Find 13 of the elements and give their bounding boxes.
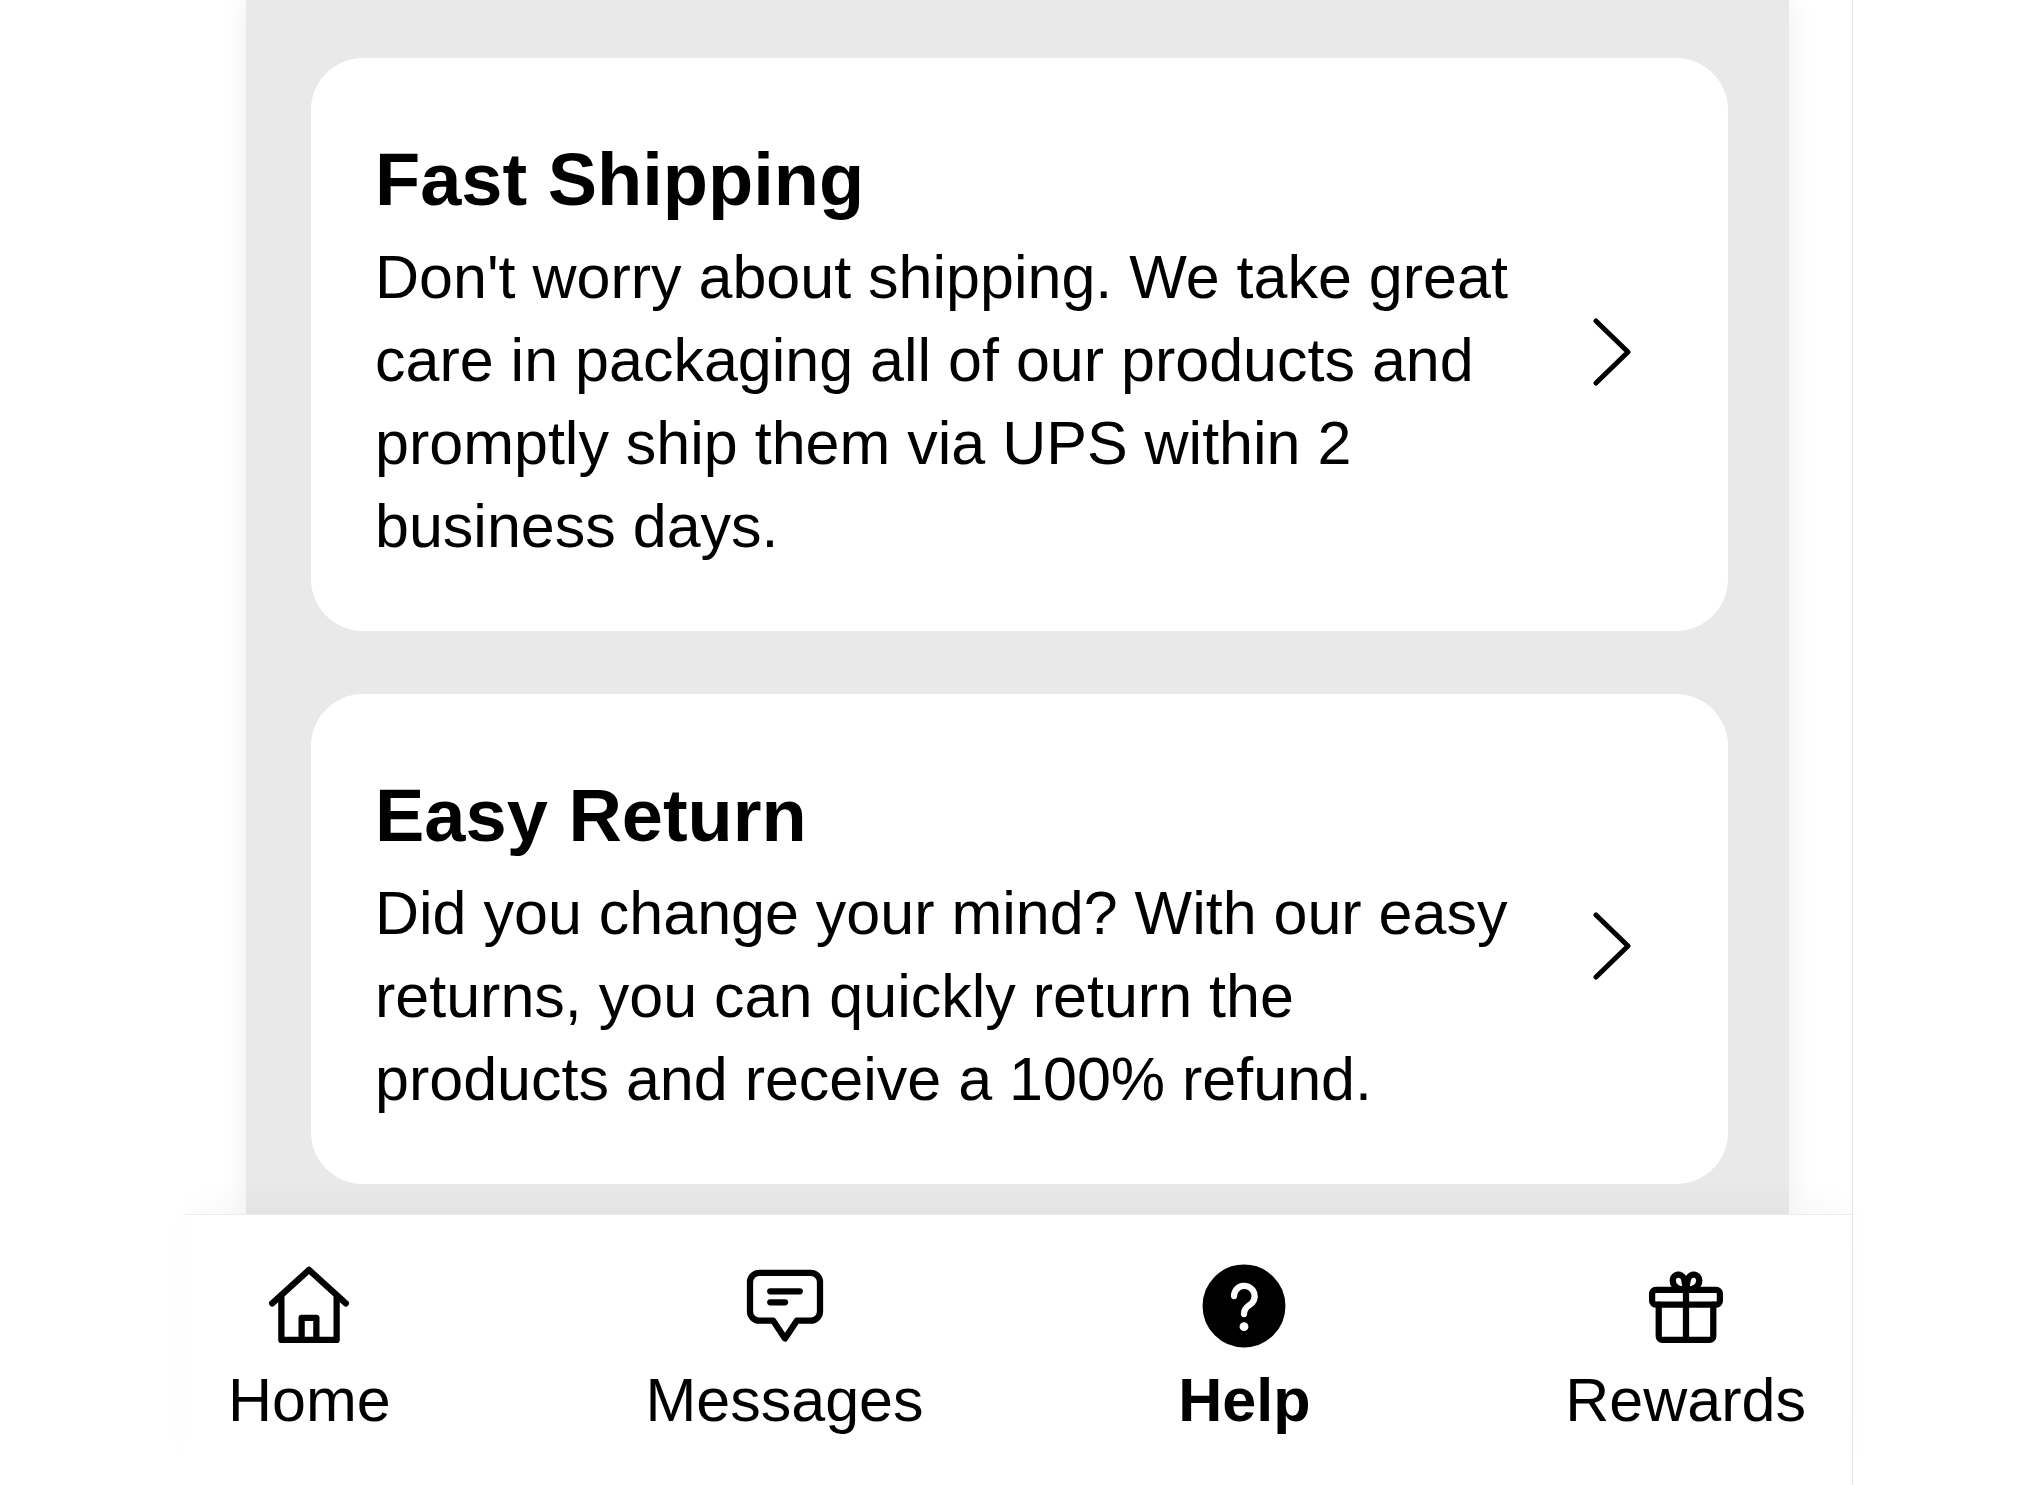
nav-tab[interactable]: Help xyxy=(1178,1264,1311,1436)
card-description: Don't worry about shipping. We take great care in packaging all of our products and promptly ship them via UPS within 2 business days. xyxy=(375,242,1509,562)
info-card[interactable]: Easy Return Did you change your mind? With our easy returns, you can quickly return the products and receive a 100% refund. xyxy=(311,694,1728,1184)
card-title: Easy Return xyxy=(375,773,807,859)
nav-tab[interactable]: Home xyxy=(228,1264,391,1436)
help-icon xyxy=(1202,1264,1287,1348)
chevron-right-icon xyxy=(1593,317,1631,386)
nav-tab[interactable]: Messages xyxy=(645,1264,924,1436)
card-description: Did you change your mind? With our easy returns, you can quickly return the products and receive a 100% refund. xyxy=(375,878,1509,1115)
info-card[interactable]: Fast Shipping Don't worry about shipping. We take great care in packaging all of our products and promptly ship them via UPS within 2 business days. xyxy=(311,58,1728,631)
nav-tab[interactable]: Rewards xyxy=(1565,1264,1806,1436)
chevron-right-icon xyxy=(1593,912,1631,980)
card-title: Fast Shipping xyxy=(375,137,865,223)
